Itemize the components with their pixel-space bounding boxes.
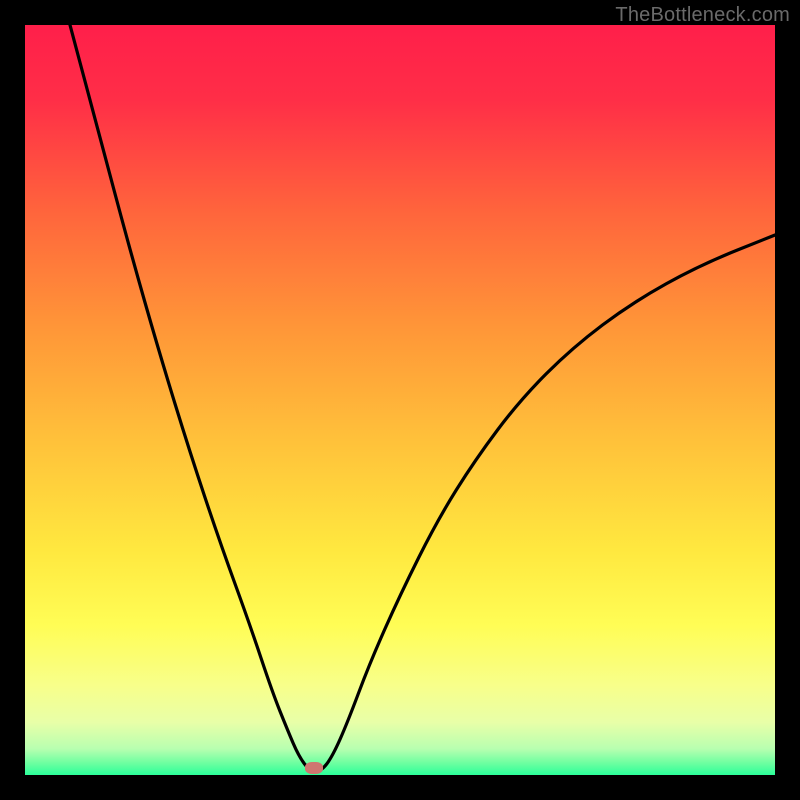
chart-frame: TheBottleneck.com: [0, 0, 800, 800]
plot-area: [25, 25, 775, 775]
bottleneck-curve: [25, 25, 775, 775]
optimum-marker: [305, 762, 323, 774]
watermark-text: TheBottleneck.com: [615, 4, 790, 27]
